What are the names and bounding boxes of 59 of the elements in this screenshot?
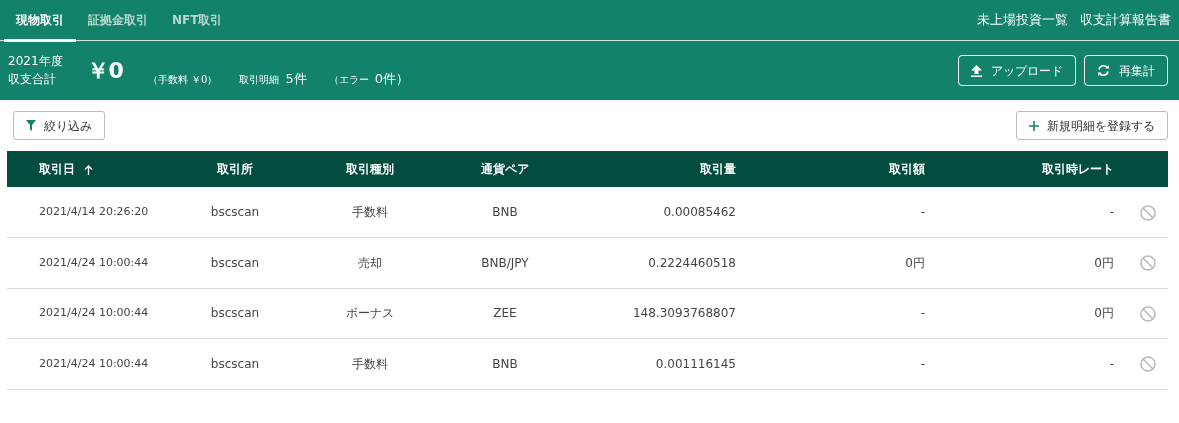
table-cell: ボーナス	[346, 306, 394, 321]
nav-link[interactable]: 未上場投資一覧	[977, 10, 1068, 30]
table-cell: 手数料	[352, 205, 388, 219]
disable-icon[interactable]	[1140, 356, 1156, 373]
table-cell: bscscan	[210, 356, 260, 371]
table-cell: 148.3093768807	[632, 306, 736, 321]
table-cell: 2021/4/24 10:00:44	[39, 255, 149, 269]
nav-link[interactable]: 収支計算報告書	[1080, 10, 1171, 30]
filter-icon	[26, 120, 36, 131]
table-cell: -	[920, 306, 925, 321]
column-header[interactable]: 取引所	[217, 162, 253, 176]
table-cell: bscscan	[210, 306, 260, 321]
plus-icon	[1029, 120, 1039, 131]
total-value: ￥0	[86, 57, 124, 85]
column-header[interactable]: 通貨ペア	[481, 162, 529, 176]
table-cell: -	[1109, 205, 1114, 219]
table-cell: 0.001116145	[655, 356, 736, 371]
table-cell: 0.2224460518	[648, 255, 736, 270]
column-header[interactable]: 取引額	[889, 162, 925, 176]
recalculate-button[interactable]: 再集計	[1084, 55, 1168, 86]
table-cell: 0円	[1094, 306, 1114, 321]
table-cell: bscscan	[210, 205, 260, 219]
fee-text: （手数料 ￥0）	[147, 72, 218, 87]
column-header[interactable]: 取引種別	[346, 162, 394, 176]
table-cell: -	[1109, 356, 1114, 371]
details-label: 取引明細	[239, 72, 280, 87]
column-header[interactable]: 取引時レート	[1042, 162, 1114, 176]
table-cell: 手数料	[352, 356, 388, 371]
disable-icon[interactable]	[1140, 204, 1156, 221]
table-cell: 2021/4/24 10:00:44	[39, 356, 149, 370]
column-header[interactable]: 取引量	[700, 162, 736, 176]
table-cell: 売却	[358, 255, 382, 270]
table-cell: -	[920, 356, 925, 371]
table-cell: -	[920, 205, 925, 219]
table-cell: 0.00085462	[663, 205, 736, 219]
table-cell: BNB	[492, 356, 518, 371]
refresh-icon	[1097, 64, 1110, 77]
upload-icon	[971, 64, 982, 77]
table-cell: 2021/4/14 20:26:20	[39, 204, 149, 218]
table-cell: bscscan	[210, 255, 260, 270]
table-cell: 0円	[1094, 255, 1114, 270]
table-cell: ZEE	[493, 306, 517, 321]
filter-button[interactable]: 絞り込み	[13, 111, 105, 140]
table-cell: 2021/4/24 10:00:44	[39, 306, 149, 319]
total-label: 収支合計	[8, 70, 57, 88]
disable-icon[interactable]	[1140, 305, 1156, 322]
table-cell: BNB	[492, 205, 518, 219]
add-entry-button[interactable]: 新規明細を登録する	[1016, 111, 1168, 140]
column-header[interactable]: 取引日	[39, 162, 75, 176]
tab[interactable]: 現物取引	[4, 1, 76, 42]
details-count: 5件	[285, 69, 307, 88]
year-label: 2021年度	[8, 53, 63, 71]
disable-icon[interactable]	[1140, 255, 1156, 272]
error-count: 0件）	[374, 69, 409, 88]
upload-button[interactable]: アップロード	[958, 55, 1076, 86]
table-cell: 0円	[905, 255, 925, 270]
error-label: （エラー	[328, 72, 369, 87]
sort-up-icon[interactable]	[84, 164, 93, 175]
table-cell: BNB/JPY	[481, 255, 529, 270]
